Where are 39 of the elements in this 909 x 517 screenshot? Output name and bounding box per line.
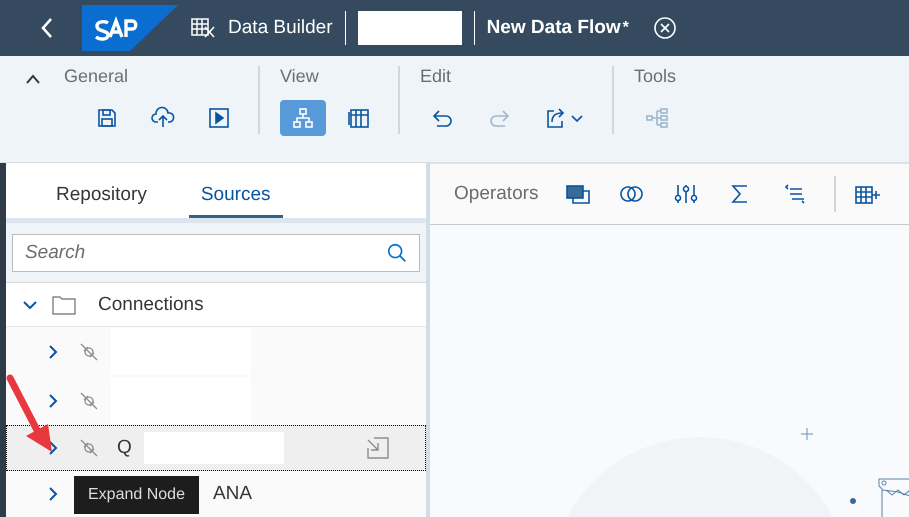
save-icon	[95, 106, 119, 130]
crosshair-icon	[800, 427, 814, 441]
plug-icon	[79, 390, 99, 411]
diagram-button[interactable]	[280, 100, 326, 136]
table-tools-icon	[190, 16, 216, 40]
search-field[interactable]: Search	[12, 234, 420, 272]
operators-label: Operators	[454, 183, 538, 205]
panel-tab[interactable]: Sources	[188, 163, 283, 218]
plug-icon	[79, 342, 99, 362]
hierarchy-icon	[645, 106, 669, 130]
collapse-icon[interactable]	[26, 74, 40, 84]
projection-icon[interactable]	[564, 182, 592, 206]
tooltip: Expand Node	[74, 476, 199, 514]
diagram-icon	[291, 106, 315, 130]
app-title: Data Builder	[228, 17, 333, 39]
close-icon[interactable]	[652, 16, 677, 40]
search-icon[interactable]	[386, 242, 408, 264]
plug-icon	[79, 438, 99, 458]
table-icon	[347, 106, 371, 130]
connection-name: Q	[117, 437, 132, 460]
run-icon	[207, 106, 231, 130]
panel-tab[interactable]: Repository	[44, 163, 159, 218]
dot-icon	[850, 498, 856, 504]
selected-tree-row[interactable]: Q	[6, 425, 426, 472]
folder-icon	[52, 294, 76, 315]
deploy-icon	[151, 106, 175, 130]
export-icon	[544, 106, 584, 130]
group-label: General	[64, 66, 130, 88]
connection-name: ANA	[213, 483, 252, 506]
modified-mark: *	[622, 19, 629, 37]
document-title: New Data Flow	[486, 17, 621, 39]
back-icon[interactable]	[40, 16, 54, 40]
import-icon[interactable]	[365, 435, 391, 462]
tree-item[interactable]: Connections	[6, 283, 426, 328]
node-drawing	[878, 478, 909, 517]
group-label: Edit	[420, 66, 452, 88]
group-label: View	[280, 66, 320, 88]
logo-icon	[82, 5, 178, 51]
group-label: Tools	[634, 66, 678, 88]
